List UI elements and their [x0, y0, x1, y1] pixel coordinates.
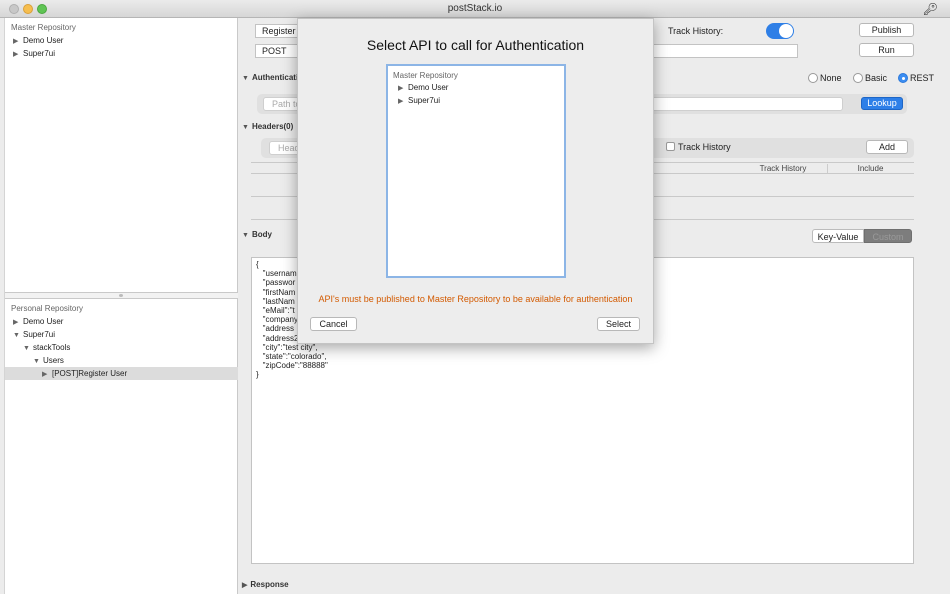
- repository-sidebar: Master Repository ▶ Demo User ▶ Super7ui P…: [4, 18, 238, 594]
- add-header-button[interactable]: Add: [866, 140, 908, 154]
- tree-item-label: stackTools: [33, 343, 71, 352]
- master-repository-header: Master Repository: [11, 23, 76, 32]
- dialog-tree-item-super7ui[interactable]: ▶ Super7ui: [388, 94, 564, 107]
- select-button[interactable]: Select: [597, 317, 640, 331]
- tree-item-label: Demo User: [23, 317, 64, 326]
- chevron-down-icon: ▼: [242, 232, 249, 239]
- publish-button[interactable]: Publish: [859, 23, 914, 37]
- dialog-api-tree[interactable]: Master Repository ▶ Demo User ▶ Super7ui: [386, 64, 566, 278]
- headers-section-header[interactable]: ▼ Headers(0): [242, 122, 293, 131]
- personal-tree-item-demo-user[interactable]: ▶ Demo User: [5, 315, 238, 328]
- window-title: postStack.io: [447, 3, 503, 14]
- auth-option-none[interactable]: None: [808, 73, 842, 84]
- radio-label: Basic: [865, 73, 888, 83]
- section-label: Authenticati: [251, 73, 299, 82]
- body-mode-custom[interactable]: Custom: [864, 229, 912, 243]
- chevron-right-icon: ▶: [13, 51, 19, 58]
- personal-tree-item-register-user[interactable]: ▶ [POST]Register User: [5, 367, 238, 380]
- chevron-down-icon: ▼: [242, 75, 249, 82]
- dialog-warning-message: API's must be published to Master Reposi…: [318, 294, 633, 304]
- personal-tree-item-super7ui[interactable]: ▼ Super7ui: [5, 328, 238, 341]
- run-button[interactable]: Run: [859, 43, 914, 57]
- section-label: Headers(0): [251, 122, 294, 131]
- tree-item-label: Users: [43, 356, 64, 365]
- key-icon[interactable]: 🔑︎: [923, 2, 938, 16]
- lookup-button[interactable]: Lookup: [861, 97, 903, 110]
- chevron-right-icon: ▶: [42, 371, 48, 378]
- dialog-title: Select API to call for Authentication: [366, 37, 585, 53]
- track-history-label: Track History:: [668, 26, 724, 36]
- auth-option-rest[interactable]: REST: [898, 73, 934, 84]
- body-section-header[interactable]: ▼ Body: [242, 230, 272, 239]
- chevron-down-icon: ▼: [242, 124, 249, 131]
- cancel-button[interactable]: Cancel: [310, 317, 357, 331]
- radio-label: None: [820, 73, 842, 83]
- dialog-tree-header: Master Repository: [393, 71, 458, 80]
- title-bar: postStack.io 🔑︎: [0, 0, 950, 18]
- personal-tree-item-users[interactable]: ▼ Users: [5, 354, 238, 367]
- sidebar-splitter[interactable]: [5, 292, 238, 299]
- body-mode-key-value[interactable]: Key-Value: [812, 229, 864, 243]
- select-auth-api-dialog: Select API to call for Authentication Ma…: [297, 18, 654, 344]
- tree-item-label: Demo User: [23, 36, 64, 45]
- tree-item-label: Super7ui: [23, 49, 56, 58]
- tree-item-label: [POST]Register User: [52, 369, 128, 378]
- personal-tree-item-stacktools[interactable]: ▼ stackTools: [5, 341, 238, 354]
- column-header-include[interactable]: Include: [827, 164, 913, 173]
- track-history-toggle[interactable]: [766, 23, 794, 39]
- radio-selected-icon: [898, 73, 908, 83]
- master-tree-item-super7ui[interactable]: ▶ Super7ui: [5, 47, 238, 60]
- master-tree-item-demo-user[interactable]: ▶ Demo User: [5, 34, 238, 47]
- checkbox-label: Track History: [678, 142, 731, 152]
- auth-option-basic[interactable]: Basic: [853, 73, 887, 84]
- checkbox-icon: [666, 142, 675, 151]
- url-field[interactable]: [653, 44, 798, 58]
- radio-icon: [853, 73, 863, 83]
- tree-item-label: Super7ui: [23, 330, 56, 339]
- radio-icon: [808, 73, 818, 83]
- authentication-section-header[interactable]: ▼ Authenticati: [242, 73, 298, 82]
- section-label: Body: [251, 230, 272, 239]
- radio-label: REST: [910, 73, 935, 83]
- headers-track-history-checkbox[interactable]: Track History: [666, 142, 731, 153]
- splitter-handle-icon: [119, 294, 123, 297]
- dialog-tree-item-demo-user[interactable]: ▶ Demo User: [388, 81, 564, 94]
- chevron-right-icon: ▶: [242, 582, 248, 589]
- section-label: Response: [250, 580, 289, 589]
- column-header-track-history[interactable]: Track History: [739, 164, 827, 173]
- tree-item-label: Demo User: [408, 83, 449, 92]
- personal-repository-header: Personal Repository: [11, 304, 84, 313]
- chevron-right-icon: ▶: [398, 98, 404, 105]
- tree-item-label: Super7ui: [408, 96, 441, 105]
- response-section-header[interactable]: ▶ Response: [242, 580, 289, 589]
